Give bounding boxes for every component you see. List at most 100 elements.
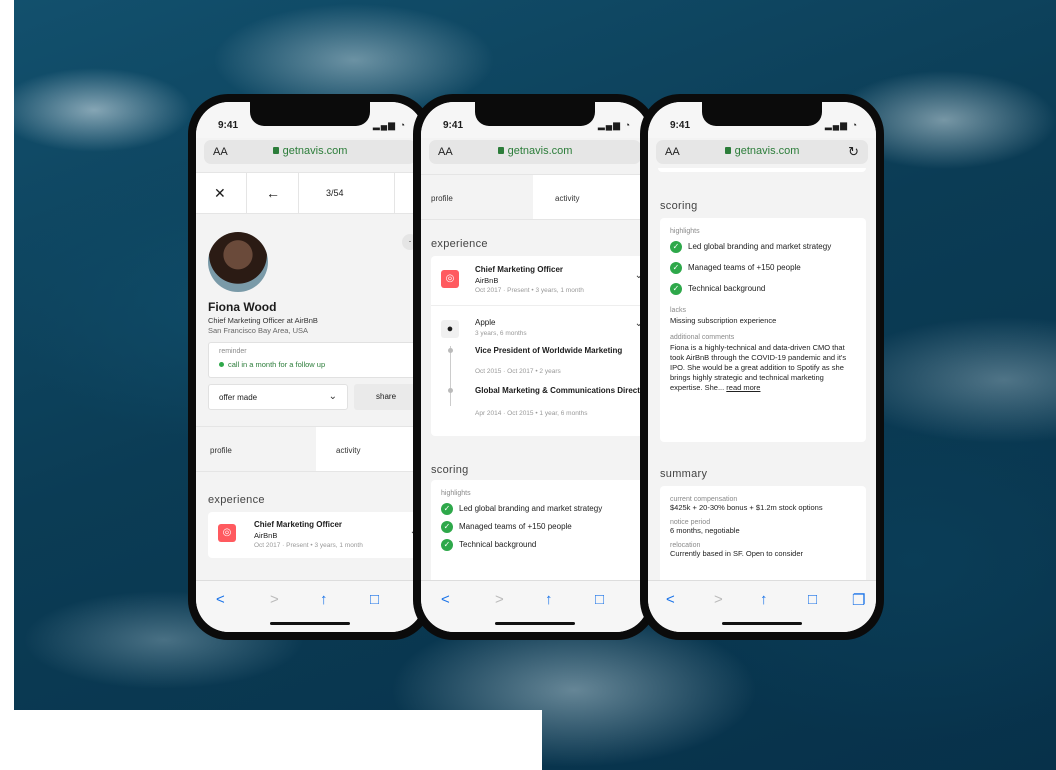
chevron-down-icon: ⌄ [328, 391, 337, 402]
share-icon[interactable]: ↑ [760, 591, 768, 608]
check-icon: ✓ [670, 283, 682, 295]
airbnb-dates: Oct 2017 · Present • 3 years, 1 month [475, 287, 584, 294]
highlight-item: ✓ Technical background [441, 539, 639, 551]
candidate-location: San Francisco Bay Area, USA [208, 326, 309, 335]
address-bar[interactable]: AA getnavis.com ↻ [656, 140, 868, 164]
avatar [208, 232, 268, 292]
reminder-card[interactable]: reminder call in a month for a follow up [208, 342, 424, 378]
experience-company: AirBnB [254, 531, 278, 540]
status-value: offer made [219, 393, 258, 402]
airbnb-role: Chief Marketing Officer [475, 265, 564, 274]
tab-activity[interactable]: activity [316, 427, 424, 471]
address-bar[interactable]: AA getnavis.com [429, 140, 641, 164]
reminder-label: reminder [219, 348, 247, 355]
candidate-name: Fiona Wood [208, 300, 277, 314]
scoring-card: highlights ✓ Led global branding and mark… [660, 218, 866, 442]
relocation-label: relocation [670, 542, 701, 549]
phone-experience: 9:41 ▂▄▆ ◔ AA getnavis.com profile activ… [413, 94, 657, 640]
status-time: 9:41 [670, 120, 691, 131]
highlight-item: ✓ Technical background [670, 283, 856, 295]
phone-scoring: 9:41 ▂▄▆ ◔ AA getnavis.com ↻ scoring hig… [640, 94, 884, 640]
experience-heading: experience [431, 238, 488, 250]
compensation-value: $425k + 20-30% bonus + $1.2m stock optio… [670, 503, 823, 512]
check-icon: ✓ [441, 503, 453, 515]
forward-icon[interactable]: > [495, 591, 504, 608]
summary-heading: summary [660, 468, 708, 480]
profile-tabs: profile activity [421, 174, 649, 220]
tab-profile-label: profile [431, 194, 453, 203]
scoring-card: highlights ✓ Led global branding and mark… [431, 480, 649, 580]
experience-airbnb[interactable]: ◎ Chief Marketing Officer AirBnB Oct 201… [431, 256, 649, 306]
highlight-item: ✓ Managed teams of +150 people [670, 262, 856, 274]
tab-activity[interactable]: activity [533, 175, 649, 219]
home-indicator [270, 622, 350, 625]
scoring-heading: scoring [660, 200, 698, 212]
bookmarks-icon[interactable]: □ [808, 591, 817, 608]
apple-role-1-title: Vice President of Worldwide Marketing [475, 346, 623, 355]
back-icon[interactable]: < [666, 591, 675, 608]
experience-apple[interactable]: ● Apple 3 years, 6 months ⌄ Vice Preside… [431, 306, 649, 436]
close-icon[interactable]: ✕ [214, 185, 226, 202]
back-arrow-icon[interactable]: ← [266, 185, 280, 201]
reminder-text: call in a month for a follow up [228, 360, 326, 369]
experience-card: ◎ Chief Marketing Officer AirBnB Oct 201… [431, 256, 649, 436]
white-panel [14, 710, 542, 770]
record-counter: 3/54 [326, 188, 344, 198]
comments-text: Fiona is a highly-technical and data-dri… [670, 343, 847, 392]
share-icon[interactable]: ↑ [320, 591, 328, 608]
scoring-heading: scoring [431, 464, 469, 476]
airbnb-company: AirBnB [475, 276, 499, 285]
reload-icon[interactable]: ↻ [848, 144, 859, 160]
apple-role-1-dates: Oct 2015 · Oct 2017 • 2 years [475, 368, 561, 375]
experience-heading: experience [208, 494, 265, 506]
timeline-dot [448, 348, 453, 353]
bookmarks-icon[interactable]: □ [595, 591, 604, 608]
lacks-text: Missing subscription experience [670, 316, 777, 325]
timeline-line [450, 346, 451, 406]
experience-role: Chief Marketing Officer [254, 520, 343, 529]
bookmarks-icon[interactable]: □ [370, 591, 379, 608]
back-icon[interactable]: < [216, 591, 225, 608]
highlight-item: ✓ Led global branding and market strategy [441, 503, 639, 515]
apple-company: Apple [475, 318, 496, 327]
browser-toolbar: < > ↑ □ [196, 580, 424, 632]
apple-role-2-dates: Apr 2014 · Oct 2015 • 1 year, 6 months [475, 410, 588, 417]
apple-duration: 3 years, 6 months [475, 330, 527, 337]
signal-wifi-battery-icon: ▂▄▆ ◔ [824, 120, 858, 130]
tab-profile[interactable]: profile [196, 427, 316, 471]
browser-toolbar: < > ↑ □ [421, 580, 649, 632]
phone-notch [250, 102, 370, 126]
apple-role-2-title: Global Marketing & Communications Direct… [475, 386, 648, 395]
check-icon: ✓ [670, 241, 682, 253]
check-icon: ✓ [441, 521, 453, 533]
lacks-label: lacks [670, 307, 686, 314]
tab-activity-label: activity [336, 446, 361, 455]
home-indicator [495, 622, 575, 625]
status-select[interactable]: offer made ⌄ [208, 384, 348, 410]
address-bar[interactable]: AA getnavis.com [204, 140, 416, 164]
compensation-label: current compensation [670, 496, 738, 503]
phone-profile: 9:41 ▂▄▆ ◔ AA getnavis.com ✕ ← 3/54 · Fi… [188, 94, 432, 640]
highlight-item: ✓ Led global branding and market strategy [670, 241, 856, 253]
highlight-item: ✓ Managed teams of +150 people [441, 521, 639, 533]
url-text: getnavis.com [282, 145, 348, 157]
share-icon[interactable]: ↑ [545, 591, 553, 608]
airbnb-logo-icon: ◎ [218, 524, 236, 542]
lock-icon [272, 147, 279, 154]
forward-icon[interactable]: > [714, 591, 723, 608]
relocation-value: Currently based in SF. Open to consider [670, 549, 803, 558]
candidate-title: Chief Marketing Officer at AirBnB [208, 316, 318, 325]
share-label: share [376, 392, 397, 401]
lock-icon [497, 147, 504, 154]
experience-card[interactable]: ◎ Chief Marketing Officer AirBnB Oct 201… [208, 512, 424, 558]
tab-profile[interactable]: profile [421, 175, 533, 219]
read-more-link[interactable]: read more [726, 383, 760, 392]
url-text: getnavis.com [507, 145, 573, 157]
apple-logo-icon: ● [441, 320, 459, 338]
status-time: 9:41 [443, 120, 464, 131]
forward-icon[interactable]: > [270, 591, 279, 608]
notice-label: notice period [670, 519, 711, 526]
signal-wifi-icon: ▂▄▆ ◔ [597, 120, 631, 130]
back-icon[interactable]: < [441, 591, 450, 608]
tabs-icon[interactable]: ❐ [852, 591, 865, 609]
